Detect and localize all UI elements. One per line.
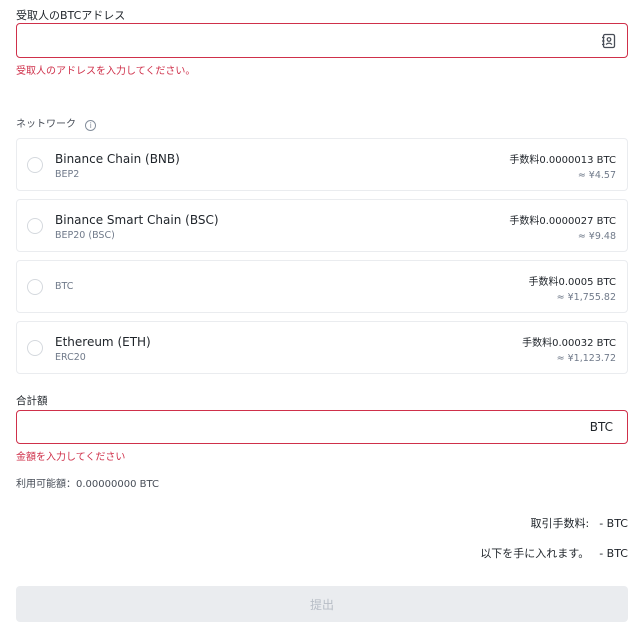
amount-input[interactable] — [25, 417, 565, 437]
network-label-row: ネットワーク i — [16, 115, 97, 131]
radio-button[interactable] — [27, 218, 43, 234]
network-option-btc[interactable]: BTC 手数料0.0005 BTC ≈ ¥1,755.82 — [16, 260, 628, 313]
network-fee-jpy: ≈ ¥1,755.82 — [556, 292, 616, 303]
address-label: 受取人のBTCアドレス — [16, 9, 126, 22]
radio-button[interactable] — [27, 279, 43, 295]
network-option-bsc[interactable]: Binance Smart Chain (BSC) BEP20 (BSC) 手数… — [16, 199, 628, 252]
network-option-bnb[interactable]: Binance Chain (BNB) BEP2 手数料0.0000013 BT… — [16, 138, 628, 191]
radio-button[interactable] — [27, 157, 43, 173]
fee-summary-label: 取引手数料: — [530, 517, 590, 530]
receive-summary-value: - BTC — [599, 547, 628, 560]
address-error: 受取人のアドレスを入力してください。 — [16, 66, 196, 77]
amount-label: 合計額 — [16, 395, 48, 407]
network-fee-jpy: ≈ ¥1,123.72 — [556, 353, 616, 364]
amount-input-wrapper[interactable]: BTC — [16, 410, 628, 444]
network-fee: 手数料0.0005 BTC — [528, 277, 616, 288]
fee-summary-row: 取引手数料: - BTC — [531, 515, 629, 531]
network-name: Binance Smart Chain (BSC) — [55, 213, 219, 227]
network-fee-jpy: ≈ ¥9.48 — [577, 231, 616, 242]
amount-unit: BTC — [589, 420, 613, 434]
address-input-wrapper[interactable] — [16, 23, 628, 58]
amount-error: 金額を入力してください — [16, 452, 126, 463]
network-sub: ERC20 — [55, 352, 86, 363]
network-label: ネットワーク — [16, 119, 76, 130]
network-fee: 手数料0.0000027 BTC — [509, 216, 616, 227]
radio-button[interactable] — [27, 340, 43, 356]
fee-summary-value: - BTC — [599, 517, 628, 530]
network-name: Ethereum (ETH) — [55, 335, 151, 349]
network-sub: BTC — [55, 281, 74, 292]
network-fee: 手数料0.0000013 BTC — [509, 155, 616, 166]
network-sub: BEP20 (BSC) — [55, 230, 115, 241]
network-option-eth[interactable]: Ethereum (ETH) ERC20 手数料0.00032 BTC ≈ ¥1… — [16, 321, 628, 374]
available-balance: 利用可能額：0.00000000 BTC — [16, 479, 159, 490]
network-sub: BEP2 — [55, 169, 80, 180]
info-icon[interactable]: i — [85, 120, 97, 131]
receive-summary-row: 以下を手に入れます。 - BTC — [480, 545, 628, 561]
network-name: Binance Chain (BNB) — [55, 152, 180, 166]
receive-summary-label: 以下を手に入れます。 — [480, 547, 590, 560]
submit-button[interactable]: 提出 — [16, 586, 628, 622]
network-fee-jpy: ≈ ¥4.57 — [577, 170, 616, 181]
address-book-icon[interactable] — [601, 33, 617, 49]
network-fee: 手数料0.00032 BTC — [522, 338, 616, 349]
address-input[interactable] — [25, 30, 585, 52]
